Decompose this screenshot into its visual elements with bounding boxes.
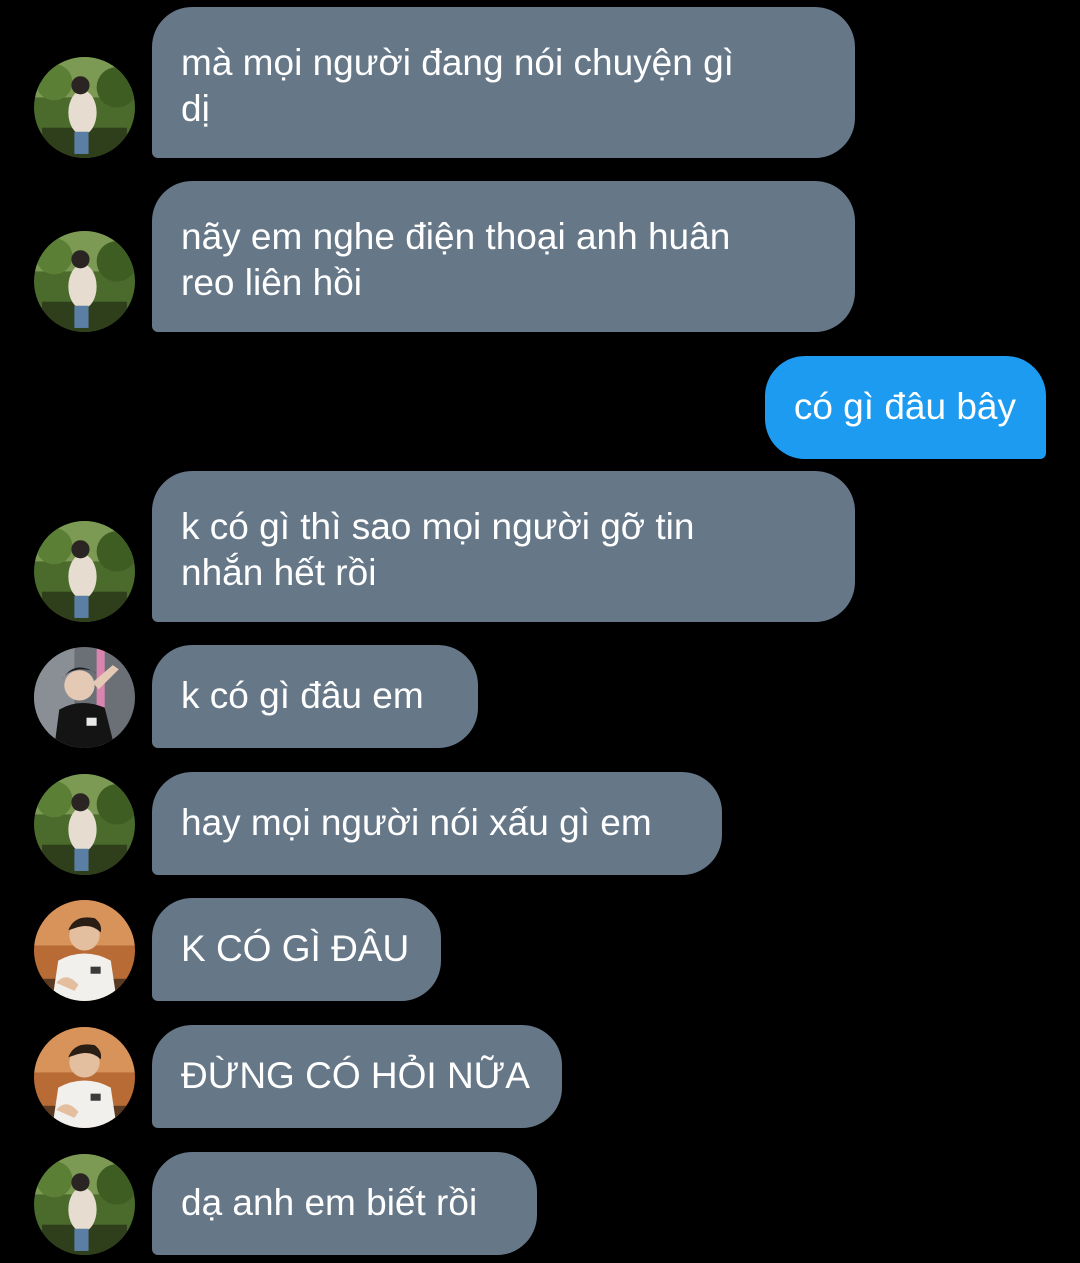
incoming-message-bubble[interactable]: k có gì đâu em (152, 645, 478, 748)
incoming-message-bubble[interactable]: hay mọi người nói xấu gì em (152, 772, 722, 875)
avatar-green-jacket-image (34, 521, 135, 622)
avatar[interactable] (34, 647, 135, 748)
message-text-line: K CÓ GÌ ĐÂU (181, 928, 410, 969)
incoming-message-bubble[interactable]: ĐỪNG CÓ HỎI NỮA (152, 1025, 562, 1128)
avatar-black-shirt-image (34, 647, 135, 748)
incoming-message-bubble[interactable]: nãy em nghe điện thoại anh huân reo liên… (152, 181, 855, 332)
avatar[interactable] (34, 1154, 135, 1255)
message-text-line: hay mọi người nói xấu gì em (181, 802, 652, 843)
avatar[interactable] (34, 231, 135, 332)
avatar-white-shirt-image (34, 1027, 135, 1128)
message-text-line: k có gì đâu em (181, 675, 424, 716)
avatar[interactable] (34, 1027, 135, 1128)
message-text-line: dạ anh em biết rồi (181, 1182, 478, 1223)
avatar-white-shirt-image (34, 900, 135, 1001)
message-text-line: k có gì thì sao mọi người gỡ tin (181, 506, 695, 547)
message-text-line: dị (181, 88, 210, 129)
avatar-green-jacket-image (34, 231, 135, 332)
incoming-message-bubble[interactable]: k có gì thì sao mọi người gỡ tin nhắn hế… (152, 471, 855, 622)
avatar[interactable] (34, 900, 135, 1001)
incoming-message-bubble[interactable]: mà mọi người đang nói chuyện gì dị (152, 7, 855, 158)
avatar-green-jacket-image (34, 1154, 135, 1255)
message-text-line: ĐỪNG CÓ HỎI NỮA (181, 1055, 530, 1096)
message-text-line: mà mọi người đang nói chuyện gì (181, 42, 734, 83)
avatar[interactable] (34, 57, 135, 158)
message-text-line: nãy em nghe điện thoại anh huân (181, 216, 731, 257)
incoming-message-bubble[interactable]: K CÓ GÌ ĐÂU (152, 898, 441, 1001)
avatar[interactable] (34, 521, 135, 622)
message-text-line: reo liên hồi (181, 262, 363, 303)
avatar[interactable] (34, 774, 135, 875)
outgoing-message-bubble[interactable]: có gì đâu bây (764, 356, 1046, 459)
message-text-line: nhắn hết rồi (181, 552, 377, 593)
incoming-message-bubble[interactable]: dạ anh em biết rồi (152, 1152, 537, 1255)
avatar-green-jacket-image (34, 774, 135, 875)
message-text-line: có gì đâu bây (793, 386, 1016, 427)
avatar-green-jacket-image (34, 57, 135, 158)
